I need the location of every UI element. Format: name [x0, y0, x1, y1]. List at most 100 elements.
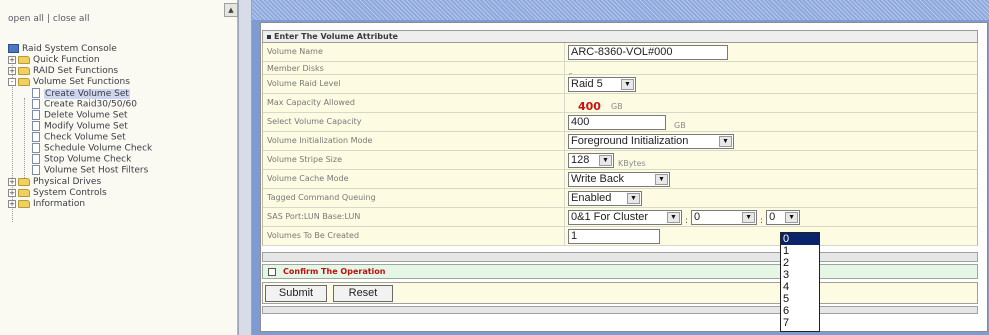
lun-select[interactable]: 0 ▼: [766, 210, 801, 225]
submit-button[interactable]: Submit: [265, 285, 327, 302]
volume-capacity-input[interactable]: 400: [568, 115, 666, 130]
dropdown-arrow-icon[interactable]: ▼: [627, 193, 640, 204]
page-icon: [32, 154, 40, 164]
page-icon: [32, 110, 40, 120]
tcq-select[interactable]: Enabled ▼: [568, 191, 642, 206]
tcq-selected: Enabled: [571, 192, 612, 204]
tree-item-create-raid30-50-60[interactable]: Create Raid30/50/60: [32, 99, 137, 110]
row-select-capacity: Select Volume Capacity 400 GB: [262, 113, 978, 132]
lun-option[interactable]: 2: [781, 257, 819, 269]
collapse-icon[interactable]: -: [8, 77, 16, 86]
lun-option[interactable]: 3: [781, 269, 819, 281]
row-stripe-size: Volume Stripe Size 128 ▼ KBytes: [262, 151, 978, 170]
lun-base-selected: 0: [694, 211, 701, 223]
lun-option[interactable]: 0: [781, 233, 819, 245]
tree-item-system-controls[interactable]: + System Controls: [8, 188, 107, 199]
sas-port-select[interactable]: 0&1 For Cluster ▼: [568, 210, 682, 225]
tree-item-volume-set-host-filters[interactable]: Volume Set Host Filters: [32, 165, 148, 176]
tree-item-modify-volume-set[interactable]: Modify Volume Set: [32, 121, 128, 132]
volume-name-input[interactable]: ARC-8360-VOL#000: [568, 45, 728, 60]
bullet-icon: [267, 34, 271, 39]
folder-icon: [18, 188, 30, 197]
folder-icon: [18, 199, 30, 208]
tree-item-create-volume-set[interactable]: Create Volume Set: [32, 88, 130, 99]
init-mode-select[interactable]: Foreground Initialization ▼: [568, 134, 734, 149]
form-header-title: Enter The Volume Attribute: [274, 32, 398, 41]
expand-collapse-links: open all | close all: [8, 14, 89, 24]
expand-icon[interactable]: +: [8, 66, 16, 75]
tree-item-delete-volume-set[interactable]: Delete Volume Set: [32, 110, 128, 121]
row-member-disks: Member Disks 6: [262, 62, 978, 81]
lun-option[interactable]: 5: [781, 293, 819, 305]
scroll-up-icon[interactable]: ▲: [224, 3, 238, 17]
max-capacity-value: 400: [578, 100, 601, 113]
field-label: Volume Name: [267, 47, 323, 56]
dropdown-arrow-icon[interactable]: ▼: [599, 155, 612, 166]
lun-base-select[interactable]: 0 ▼: [691, 210, 758, 225]
volumes-count-input[interactable]: 1: [568, 229, 660, 244]
console-icon: [8, 44, 19, 53]
tree-item-physical-drives[interactable]: + Physical Drives: [8, 177, 101, 188]
tree-label: Schedule Volume Check: [44, 143, 153, 154]
column-divider: [564, 94, 565, 112]
tree-label: Delete Volume Set: [44, 110, 128, 121]
confirm-checkbox[interactable]: [268, 268, 276, 276]
frame-splitter[interactable]: [238, 0, 252, 335]
column-divider: [564, 75, 565, 93]
column-divider: [564, 62, 565, 74]
content-header-bar: [252, 0, 989, 20]
page-icon: [32, 99, 40, 109]
tree-label: Volume Set Host Filters: [44, 165, 149, 176]
dropdown-arrow-icon[interactable]: ▼: [667, 212, 680, 223]
navigation-pane: open all | close all ▲ Raid System Console…: [0, 0, 238, 335]
reset-button[interactable]: Reset: [333, 285, 393, 302]
lun-dropdown-list[interactable]: 0 1 2 3 4 5 6 7: [780, 232, 820, 332]
tree-item-schedule-volume-check[interactable]: Schedule Volume Check: [32, 143, 152, 154]
stripe-size-selected: 128: [571, 154, 590, 166]
expand-icon[interactable]: +: [8, 199, 16, 208]
dropdown-arrow-icon[interactable]: ▼: [785, 212, 799, 223]
lun-option[interactable]: 6: [781, 305, 819, 317]
column-divider: [564, 227, 565, 245]
dropdown-arrow-icon[interactable]: ▼: [655, 174, 668, 185]
raid-level-select[interactable]: Raid 5 ▼: [568, 77, 636, 92]
tree-item-information[interactable]: + Information: [8, 199, 85, 210]
row-tagged-command-queuing: Tagged Command Queuing Enabled ▼: [262, 189, 978, 208]
field-label: Volume Initialization Mode: [267, 136, 373, 145]
tree-item-check-volume-set[interactable]: Check Volume Set: [32, 132, 126, 143]
row-sas-port-lun: SAS Port:LUN Base:LUN 0&1 For Cluster ▼:0…: [262, 208, 978, 227]
expand-icon[interactable]: +: [8, 188, 16, 197]
dropdown-arrow-icon[interactable]: ▼: [719, 136, 732, 147]
open-folder-icon: [18, 77, 30, 86]
expand-icon[interactable]: +: [8, 55, 16, 64]
lun-option[interactable]: 1: [781, 245, 819, 257]
page-icon: [32, 132, 40, 142]
tree-label: Create Raid30/50/60: [44, 99, 137, 110]
folder-icon: [18, 177, 30, 186]
dropdown-arrow-icon[interactable]: ▼: [742, 212, 756, 223]
tree-root[interactable]: Raid System Console: [8, 44, 117, 55]
stripe-size-select[interactable]: 128 ▼: [568, 153, 614, 168]
open-all-link[interactable]: open all: [8, 14, 44, 24]
lun-option[interactable]: 7: [781, 317, 819, 329]
field-label: Volume Raid Level: [267, 79, 341, 88]
tree-item-volume-set-functions[interactable]: - Volume Set Functions: [8, 77, 130, 88]
column-divider: [564, 170, 565, 188]
stripe-unit: KBytes: [618, 159, 646, 168]
lun-option[interactable]: 4: [781, 281, 819, 293]
dropdown-arrow-icon[interactable]: ▼: [621, 79, 634, 90]
row-max-capacity: Max Capacity Allowed 400 GB: [262, 94, 978, 113]
tree-item-raid-set-functions[interactable]: + RAID Set Functions: [8, 66, 118, 77]
field-label: Volumes To Be Created: [267, 231, 360, 240]
confirm-row: Confirm The Operation: [262, 264, 978, 279]
cache-mode-select[interactable]: Write Back ▼: [568, 172, 670, 187]
expand-icon[interactable]: +: [8, 177, 16, 186]
folder-icon: [18, 66, 30, 75]
folder-icon: [18, 55, 30, 64]
volume-attribute-form: Enter The Volume Attribute Volume Name A…: [262, 30, 978, 246]
tree-item-stop-volume-check[interactable]: Stop Volume Check: [32, 154, 131, 165]
tree-label: RAID Set Functions: [33, 66, 119, 76]
close-all-link[interactable]: close all: [53, 14, 90, 24]
field-label: Volume Cache Mode: [267, 174, 349, 183]
tree-item-quick-function[interactable]: + Quick Function: [8, 55, 100, 66]
